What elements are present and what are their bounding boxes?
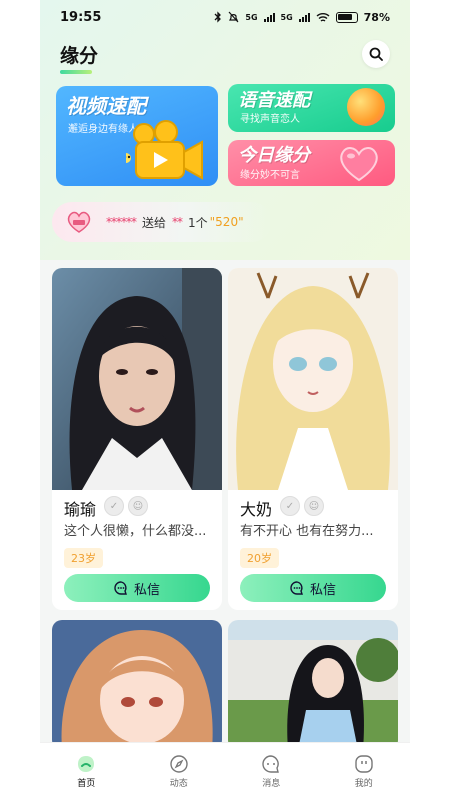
page-title: 缘分 (60, 41, 98, 74)
private-message-label: 私信 (309, 582, 336, 598)
gift-name: "520" (209, 215, 244, 229)
age-tag: 20岁 (240, 548, 279, 568)
user-name: 瑜瑜 (64, 500, 97, 519)
gift-heart-icon (67, 211, 91, 233)
tab-profile[interactable]: 我的 (334, 754, 394, 789)
user-photo (228, 268, 398, 490)
voice-orb-icon (347, 88, 385, 126)
gift-verb: 送给 (142, 215, 167, 230)
network-label-2: 5G (280, 12, 293, 22)
video-camera-icon (126, 120, 203, 180)
tab-moments-label: 动态 (169, 779, 188, 789)
signal-icon-1 (263, 12, 275, 22)
user-photo (52, 268, 222, 490)
chat-bubble-icon (290, 581, 303, 595)
user-name: 大奶 (240, 500, 273, 519)
status-time: 19:55 (60, 9, 102, 25)
battery-icon (335, 11, 358, 23)
signal-icon-2 (298, 12, 310, 22)
app-screen: 19:55 5G 5G 78% 缘分 视频速配 邂逅身边有缘人 语音速配 寻找声… (40, 0, 410, 800)
private-message-button[interactable]: 私信 (64, 574, 210, 602)
verified-badge-icon: ✓ (280, 496, 300, 516)
user-card[interactable]: 瑜瑜 ✓ ☺ 这个人很懒，什么都没... 23岁 私信 (52, 268, 222, 610)
tab-home-label: 首页 (77, 779, 96, 789)
user-badges: ✓ ☺ (280, 496, 324, 516)
tab-messages-label: 消息 (262, 779, 281, 789)
todays-fate-title: 今日缘分 (238, 145, 310, 166)
avatar-badge-icon: ☺ (128, 496, 148, 516)
gift-notification: ****** 送给 ** 1个 "520" (52, 202, 272, 242)
tab-moments[interactable]: 动态 (149, 754, 209, 789)
bottom-tab-bar: 首页 动态 消息 我的 (40, 742, 410, 800)
verified-badge-icon: ✓ (104, 496, 124, 516)
voice-match-subtitle: 寻找声音恋人 (240, 114, 300, 125)
heart-icon (340, 147, 378, 182)
page-header: 缘分 (60, 38, 390, 74)
profile-icon (355, 755, 373, 773)
compass-icon (170, 755, 188, 773)
home-icon (78, 756, 95, 772)
video-match-title: 视频速配 (66, 94, 146, 118)
voice-match-banner[interactable]: 语音速配 寻找声音恋人 (228, 84, 395, 132)
user-bio: 有不开心 也有在努力... (240, 524, 374, 539)
user-card[interactable] (52, 620, 222, 750)
gift-count: 1个 (188, 215, 208, 230)
user-photo (228, 620, 398, 750)
video-match-banner[interactable]: 视频速配 邂逅身边有缘人 (56, 86, 218, 186)
avatar-badge-icon: ☺ (304, 496, 324, 516)
gift-receiver: ** (172, 215, 183, 229)
network-label-1: 5G (245, 12, 258, 22)
private-message-button[interactable]: 私信 (240, 574, 386, 602)
private-message-label: 私信 (133, 582, 160, 598)
gift-sender: ****** (106, 215, 137, 229)
age-tag: 23岁 (64, 548, 103, 568)
user-bio: 这个人很懒，什么都没... (64, 524, 207, 539)
tab-messages[interactable]: 消息 (241, 754, 301, 789)
user-card[interactable] (228, 620, 398, 750)
tab-home[interactable]: 首页 (56, 754, 116, 789)
voice-match-title: 语音速配 (238, 90, 310, 111)
todays-fate-subtitle: 缘分妙不可言 (240, 170, 300, 181)
user-badges: ✓ ☺ (104, 496, 148, 516)
tab-profile-label: 我的 (354, 779, 373, 789)
search-icon (369, 47, 383, 61)
status-icons: 5G 5G 78% (214, 11, 390, 24)
status-bar: 19:55 5G 5G 78% (40, 0, 410, 34)
user-card[interactable]: 大奶 ✓ ☺ 有不开心 也有在努力... 20岁 私信 (228, 268, 398, 610)
search-button[interactable] (362, 40, 390, 68)
bluetooth-icon (214, 11, 222, 23)
user-photo (52, 620, 222, 750)
mute-icon (228, 11, 239, 23)
wifi-icon (316, 12, 330, 22)
battery-level: 78% (363, 10, 390, 24)
chat-bubble-icon (114, 581, 127, 595)
chat-icon (262, 755, 280, 773)
todays-fate-banner[interactable]: 今日缘分 缘分妙不可言 (228, 140, 395, 186)
